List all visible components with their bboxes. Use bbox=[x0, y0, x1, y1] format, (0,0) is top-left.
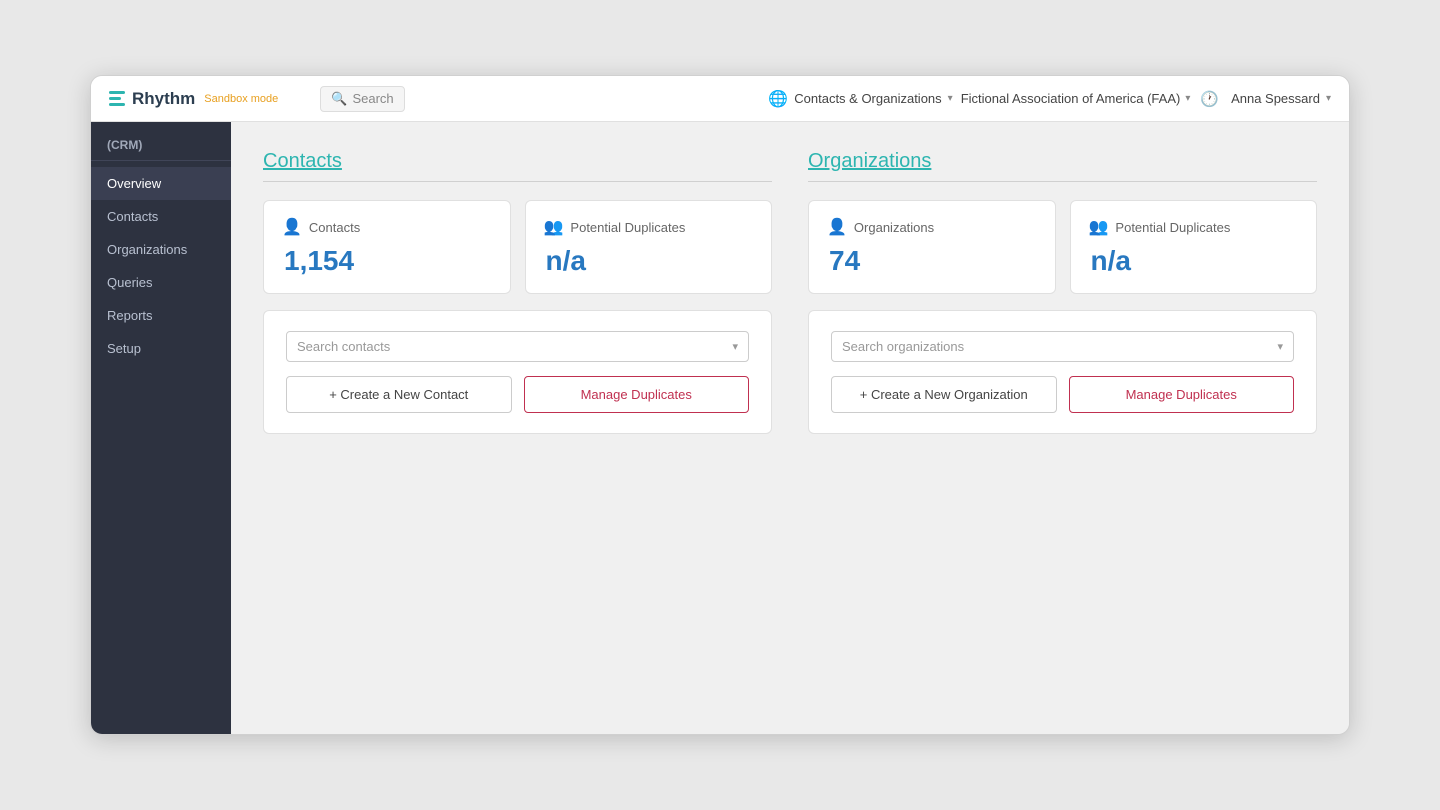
contacts-section-title[interactable]: Contacts bbox=[263, 150, 772, 182]
contacts-dup-value: n/a bbox=[544, 245, 754, 277]
chevron-down-icon: ▾ bbox=[948, 93, 953, 104]
sidebar-item-organizations[interactable]: Organizations bbox=[91, 233, 231, 266]
manage-contacts-duplicates-button[interactable]: Manage Duplicates bbox=[524, 376, 750, 413]
duplicate-contact-icon: 👥 bbox=[544, 217, 564, 237]
search-icon: 🔍 bbox=[331, 91, 347, 107]
orgs-dup-card: 👥 Potential Duplicates n/a bbox=[1070, 200, 1318, 294]
duplicate-org-icon: 👥 bbox=[1089, 217, 1109, 237]
contacts-search-arrow-icon: ▾ bbox=[732, 340, 738, 353]
orgs-search-text: Search organizations bbox=[842, 339, 964, 354]
topbar-search-label: Search bbox=[352, 91, 393, 106]
sections-row: Contacts 👤 Contacts 1,154 👥 bbox=[263, 150, 1317, 434]
contacts-title-link[interactable]: Contacts bbox=[263, 150, 342, 172]
user-chevron-icon: ▾ bbox=[1326, 93, 1331, 104]
sidebar-item-reports[interactable]: Reports bbox=[91, 299, 231, 332]
contacts-action-panel: Search contacts ▾ + Create a New Contact… bbox=[263, 310, 772, 434]
contacts-search-text: Search contacts bbox=[297, 339, 390, 354]
contacts-count-header: 👤 Contacts bbox=[282, 217, 492, 237]
orgs-count-card: 👤 Organizations 74 bbox=[808, 200, 1056, 294]
contacts-search-dropdown[interactable]: Search contacts ▾ bbox=[286, 331, 749, 362]
sidebar-item-setup[interactable]: Setup bbox=[91, 332, 231, 365]
sidebar-item-queries[interactable]: Queries bbox=[91, 266, 231, 299]
topbar-nav[interactable]: 🌐 Contacts & Organizations ▾ bbox=[768, 89, 952, 109]
globe-icon: 🌐 bbox=[768, 89, 788, 109]
grid-icon bbox=[109, 91, 125, 106]
create-contact-button[interactable]: + Create a New Contact bbox=[286, 376, 512, 413]
browser-window: Rhythm Sandbox mode 🔍 Search 🌐 Contacts … bbox=[90, 75, 1350, 735]
orgs-dup-header: 👥 Potential Duplicates bbox=[1089, 217, 1299, 237]
app-name: Rhythm bbox=[132, 89, 195, 109]
sidebar-item-contacts[interactable]: Contacts bbox=[91, 200, 231, 233]
contacts-cards-row: 👤 Contacts 1,154 👥 Potential Duplicates … bbox=[263, 200, 772, 294]
organizations-section-title[interactable]: Organizations bbox=[808, 150, 1317, 182]
orgs-action-buttons: + Create a New Organization Manage Dupli… bbox=[831, 376, 1294, 413]
orgs-count-label: Organizations bbox=[854, 220, 934, 235]
contacts-dup-header: 👥 Potential Duplicates bbox=[544, 217, 754, 237]
contacts-dup-label: Potential Duplicates bbox=[570, 220, 685, 235]
orgs-search-arrow-icon: ▾ bbox=[1277, 340, 1283, 353]
sandbox-badge: Sandbox mode bbox=[204, 93, 278, 105]
orgs-action-panel: Search organizations ▾ + Create a New Or… bbox=[808, 310, 1317, 434]
sidebar-section-label: (CRM) bbox=[91, 138, 231, 161]
organizations-section: Organizations 👤 Organizations 74 bbox=[808, 150, 1317, 434]
org-label: Fictional Association of America (FAA) bbox=[961, 91, 1181, 106]
topbar-search[interactable]: 🔍 Search bbox=[320, 86, 404, 112]
sidebar-item-overview[interactable]: Overview bbox=[91, 167, 231, 200]
create-org-button[interactable]: + Create a New Organization bbox=[831, 376, 1057, 413]
nav-label: Contacts & Organizations bbox=[794, 91, 941, 106]
sidebar: (CRM) Overview Contacts Organizations Qu… bbox=[91, 122, 231, 734]
orgs-cards-row: 👤 Organizations 74 👥 Potential Duplicate… bbox=[808, 200, 1317, 294]
contacts-action-buttons: + Create a New Contact Manage Duplicates bbox=[286, 376, 749, 413]
contacts-dup-card: 👥 Potential Duplicates n/a bbox=[525, 200, 773, 294]
contacts-section: Contacts 👤 Contacts 1,154 👥 bbox=[263, 150, 772, 434]
org-chevron-icon: ▾ bbox=[1185, 93, 1190, 104]
main-layout: (CRM) Overview Contacts Organizations Qu… bbox=[91, 122, 1349, 734]
manage-orgs-duplicates-button[interactable]: Manage Duplicates bbox=[1069, 376, 1295, 413]
org-icon: 👤 bbox=[827, 217, 847, 237]
contacts-count-value: 1,154 bbox=[282, 245, 492, 277]
user-name: Anna Spessard bbox=[1231, 91, 1320, 106]
content-area: Contacts 👤 Contacts 1,154 👥 bbox=[231, 122, 1349, 734]
contacts-count-card: 👤 Contacts 1,154 bbox=[263, 200, 511, 294]
topbar-org[interactable]: Fictional Association of America (FAA) ▾ bbox=[961, 91, 1191, 106]
contacts-count-label: Contacts bbox=[309, 220, 360, 235]
orgs-search-dropdown[interactable]: Search organizations ▾ bbox=[831, 331, 1294, 362]
topbar: Rhythm Sandbox mode 🔍 Search 🌐 Contacts … bbox=[91, 76, 1349, 122]
organizations-title-link[interactable]: Organizations bbox=[808, 150, 931, 172]
logo-area: Rhythm Sandbox mode bbox=[109, 89, 278, 109]
contact-icon: 👤 bbox=[282, 217, 302, 237]
orgs-count-header: 👤 Organizations bbox=[827, 217, 1037, 237]
orgs-dup-value: n/a bbox=[1089, 245, 1299, 277]
orgs-dup-label: Potential Duplicates bbox=[1115, 220, 1230, 235]
clock-icon: 🕐 bbox=[1200, 90, 1219, 108]
orgs-count-value: 74 bbox=[827, 245, 1037, 277]
